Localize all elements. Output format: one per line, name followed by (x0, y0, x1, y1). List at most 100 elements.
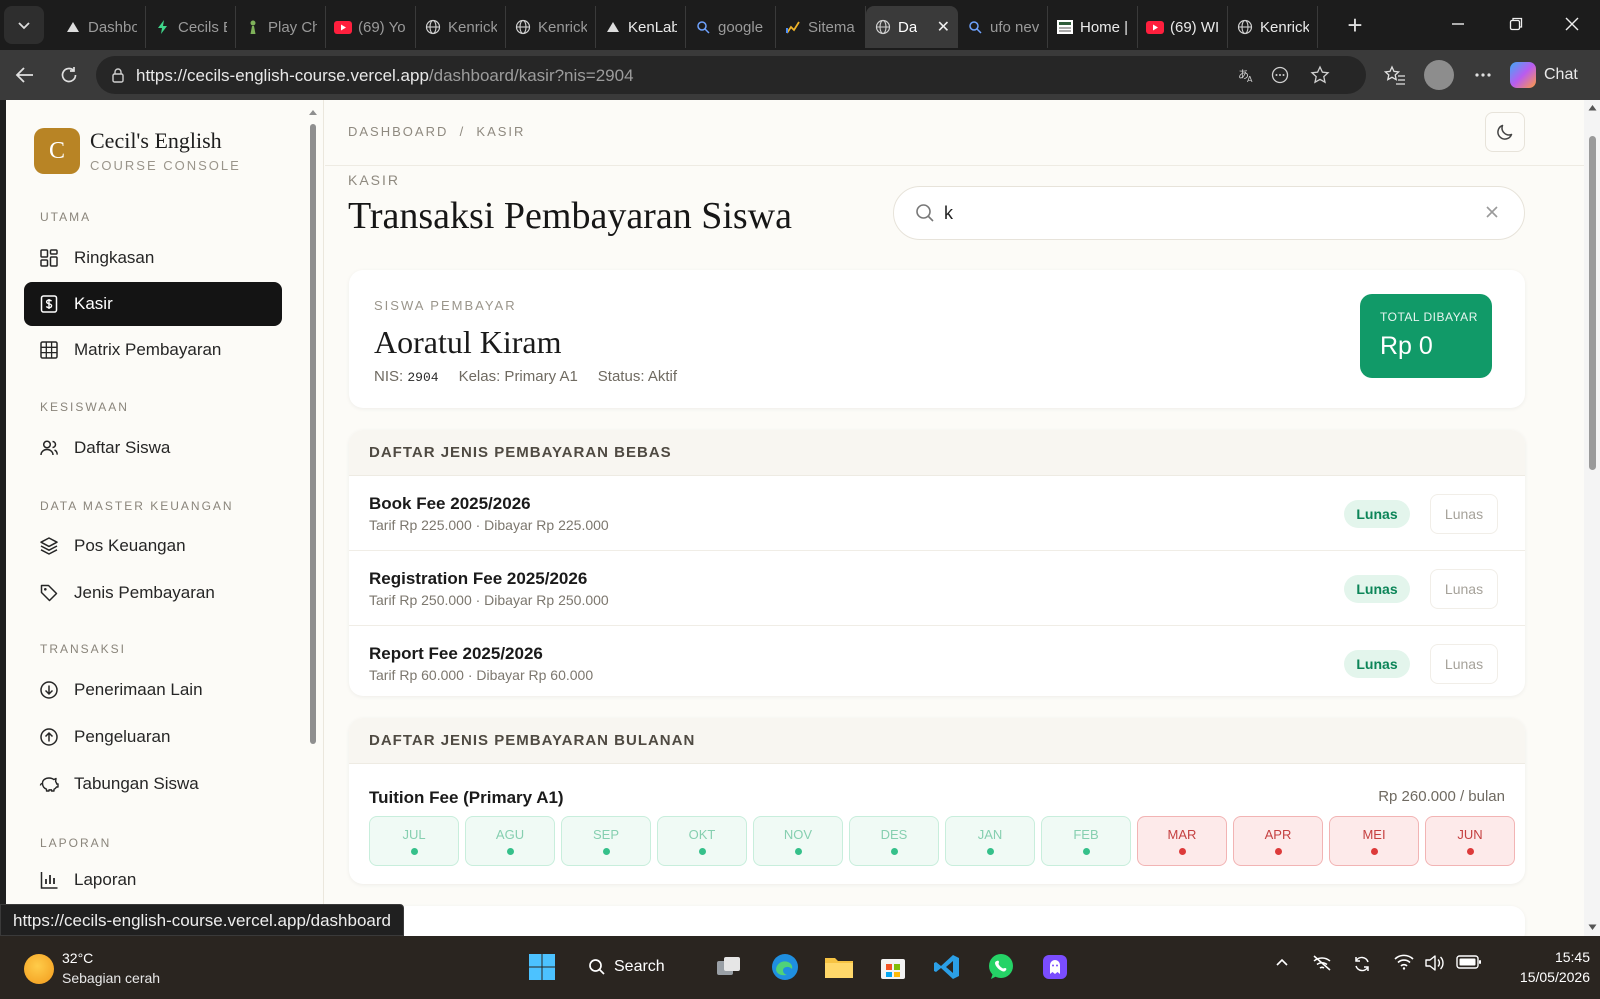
month-button-okt[interactable]: OKT (657, 816, 747, 866)
tab-actions-menu-button[interactable] (4, 6, 44, 44)
page-scrollbar-thumb[interactable] (1589, 136, 1596, 470)
start-button[interactable] (525, 950, 559, 984)
minimize-button[interactable] (1430, 0, 1486, 48)
sidebar-item-pengeluaran[interactable]: Pengeluaran (24, 715, 282, 759)
volume-icon[interactable] (1424, 954, 1444, 977)
monthly-fee-name: Tuition Fee (Primary A1) (369, 788, 564, 807)
edge-browser-icon[interactable] (768, 950, 802, 984)
month-button-des[interactable]: DES (849, 816, 939, 866)
browser-tab[interactable]: Dashbo (56, 6, 146, 48)
sync-icon[interactable] (1352, 954, 1372, 979)
browser-tab[interactable]: Da ✕ (866, 6, 958, 48)
browser-tab[interactable]: (69) WI (1138, 6, 1228, 48)
sidebar-item-tabungan-siswa[interactable]: Tabungan Siswa (24, 762, 282, 806)
taskbar-search-label: Search (614, 958, 665, 975)
address-bar[interactable]: https://cecils-english-course.vercel.app… (96, 56, 1366, 94)
browser-tab[interactable]: Kenrick (506, 6, 596, 48)
paid-action-button[interactable]: Lunas (1430, 569, 1498, 609)
browser-tab[interactable]: Sitema (776, 6, 866, 48)
month-button-jan[interactable]: JAN (945, 816, 1035, 866)
new-tab-button[interactable]: + (1340, 10, 1370, 40)
vscode-icon[interactable] (930, 950, 964, 984)
profile-avatar[interactable] (1424, 60, 1454, 90)
sidebar-item-laporan[interactable]: Laporan (24, 858, 282, 902)
weather-temperature[interactable]: 32°C (62, 950, 93, 966)
student-nis: NIS: 2904 (374, 368, 439, 385)
theme-toggle-button[interactable] (1485, 112, 1525, 152)
sidebar-item-pos-keuangan[interactable]: Pos Keuangan (24, 524, 282, 568)
paid-action-button[interactable]: Lunas (1430, 644, 1498, 684)
show-hidden-icons-button[interactable] (1274, 954, 1290, 975)
reading-mode-icon[interactable] (1268, 63, 1292, 87)
sidebar-item-label: Pos Keuangan (74, 536, 186, 555)
sidebar-item-kasir[interactable]: Kasir (24, 282, 282, 326)
breadcrumb[interactable]: DASHBOARD / KASIR (348, 124, 525, 139)
reload-button[interactable] (52, 58, 86, 92)
back-button[interactable] (8, 58, 42, 92)
battery-icon[interactable] (1456, 954, 1482, 975)
month-button-feb[interactable]: FEB (1041, 816, 1131, 866)
browser-tab[interactable]: KenLab (596, 6, 686, 48)
month-button-sep[interactable]: SEP (561, 816, 651, 866)
month-button-mar[interactable]: MAR (1137, 816, 1227, 866)
favorites-button[interactable] (1378, 58, 1412, 92)
lock-icon[interactable] (106, 63, 130, 87)
sidebar-scrollbar[interactable] (308, 108, 318, 928)
paid-action-button[interactable]: Lunas (1430, 494, 1498, 534)
sidebar-item-daftar-siswa[interactable]: Daftar Siswa (24, 426, 282, 470)
payment-status-dot (1178, 848, 1186, 855)
browser-tab[interactable]: Kenrick (416, 6, 506, 48)
system-clock[interactable]: 15:45 15/05/2026 (1492, 947, 1590, 987)
fee-tariff: Tarif Rp 250.000 · Dibayar Rp 250.000 (369, 592, 609, 608)
browser-tab[interactable]: Kenrick (1228, 6, 1318, 48)
close-tab-icon[interactable]: ✕ (933, 17, 950, 37)
search-input[interactable] (944, 199, 1464, 227)
globe-icon (514, 18, 532, 36)
restore-button[interactable] (1488, 0, 1544, 48)
month-button-agu[interactable]: AGU (465, 816, 555, 866)
favorite-star-icon[interactable] (1308, 63, 1332, 87)
file-explorer-icon[interactable] (822, 950, 856, 984)
whatsapp-icon[interactable] (984, 950, 1018, 984)
translate-icon[interactable]: あA (1234, 63, 1258, 87)
brand-subtitle: COURSE CONSOLE (90, 158, 241, 173)
sidebar-scrollbar-thumb[interactable] (310, 124, 316, 744)
arrow-up-circle-icon (38, 726, 60, 748)
browser-tab[interactable]: ufo nev (958, 6, 1048, 48)
close-window-button[interactable] (1544, 0, 1600, 48)
page-scrollbar[interactable] (1584, 100, 1600, 936)
browser-tab[interactable]: google (686, 6, 776, 48)
month-label: MEI (1362, 827, 1386, 842)
month-button-jun[interactable]: JUN (1425, 816, 1515, 866)
ghost-app-icon[interactable] (1038, 950, 1072, 984)
total-paid-box: TOTAL DIBAYAR Rp 0 (1360, 294, 1492, 378)
month-button-mei[interactable]: MEI (1329, 816, 1419, 866)
copilot-chat-button[interactable]: Chat (1510, 60, 1578, 90)
tab-list: Dashbo Cecils E Play Ch (69) Yo Kenrick Kenri… (56, 6, 1318, 48)
weather-description[interactable]: Sebagian cerah (62, 970, 160, 986)
month-button-jul[interactable]: JUL (369, 816, 459, 866)
search-icon (694, 18, 712, 36)
microsoft-store-icon[interactable] (876, 950, 910, 984)
wifi-icon[interactable] (1394, 954, 1414, 975)
month-button-apr[interactable]: APR (1233, 816, 1323, 866)
payment-status-dot (1274, 848, 1282, 855)
sidebar-item-penerimaan-lain[interactable]: Penerimaan Lain (24, 668, 282, 712)
browser-tab[interactable]: Cecils E (146, 6, 236, 48)
network-status-icon[interactable] (1312, 954, 1332, 977)
sidebar-item-jenis-pembayaran[interactable]: Jenis Pembayaran (24, 571, 282, 615)
weather-sun-icon[interactable] (24, 954, 54, 984)
browser-tab[interactable]: Home | (1048, 6, 1138, 48)
sidebar-item-ringkasan[interactable]: Ringkasan (24, 236, 282, 280)
tab-label: Play Ch (268, 18, 317, 36)
clear-search-button[interactable] (1484, 200, 1500, 226)
sidebar-item-matrix-pembayaran[interactable]: Matrix Pembayaran (24, 328, 282, 372)
month-button-nov[interactable]: NOV (753, 816, 843, 866)
student-class: Kelas: Primary A1 (458, 368, 578, 385)
payment-status-dot (890, 848, 898, 855)
more-options-button[interactable] (1466, 58, 1500, 92)
browser-tab[interactable]: (69) Yo (326, 6, 416, 48)
browser-tab[interactable]: Play Ch (236, 6, 326, 48)
task-view-icon[interactable] (712, 950, 746, 984)
taskbar-search[interactable]: Search (588, 950, 680, 984)
